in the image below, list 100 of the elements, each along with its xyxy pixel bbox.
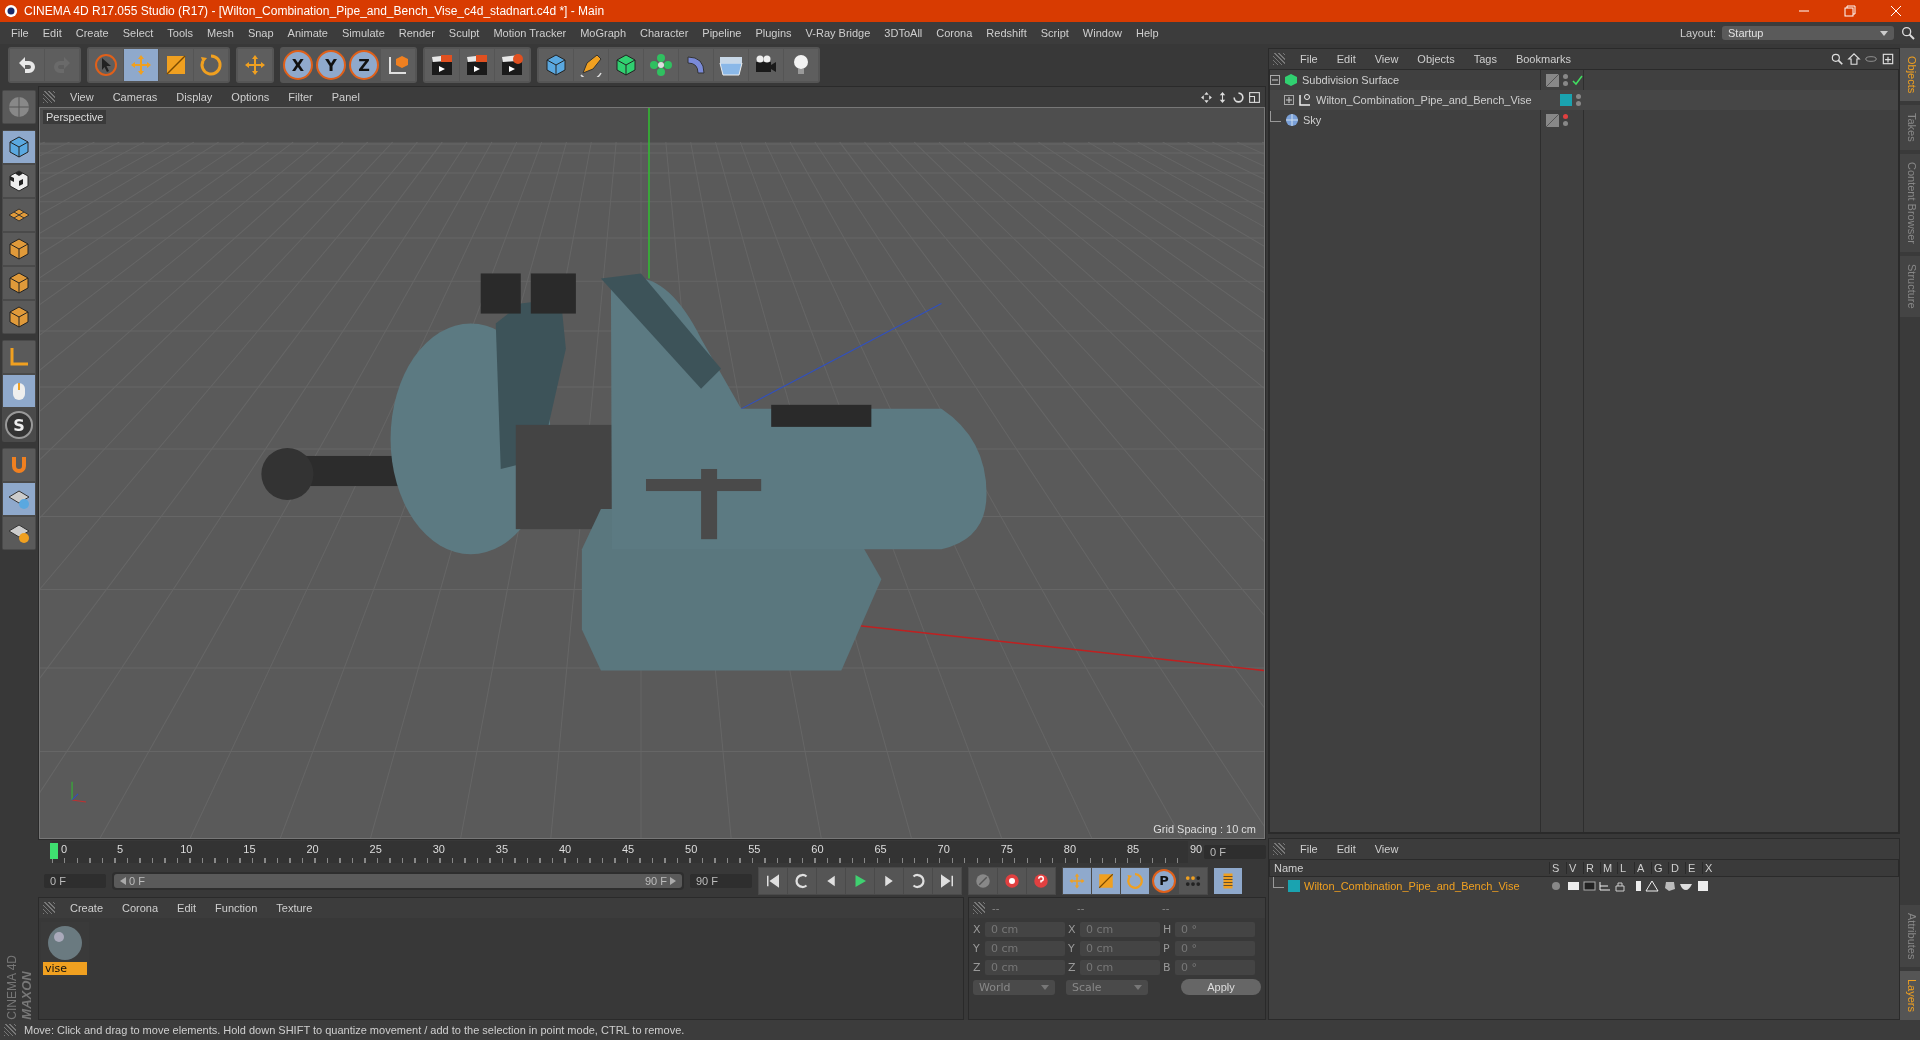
menu-item[interactable]: Create [68,27,116,39]
key-filter-button[interactable] [1063,867,1091,894]
search-icon[interactable] [1900,25,1916,41]
object-menu-item[interactable]: Objects [1409,53,1463,65]
close-icon[interactable] [1890,5,1902,17]
menu-item[interactable]: Edit [35,27,69,39]
menu-item[interactable]: Plugins [748,27,799,39]
menu-item[interactable]: Corona [929,27,980,39]
layer-color-swatch[interactable] [1288,880,1300,892]
menu-item[interactable]: Script [1033,27,1076,39]
layer-menu-item[interactable]: Edit [1328,843,1364,855]
object-row[interactable]: Wilton_Combination_Pipe_and_Bench_Vise [1270,90,1898,110]
panel-grip-icon[interactable] [1273,843,1285,855]
record-icon[interactable] [1003,871,1021,890]
left-arrow-icon[interactable] [120,876,126,885]
render-visibility-dot[interactable] [1563,81,1568,86]
playhead-marker[interactable] [50,843,58,859]
playback-button[interactable] [846,867,874,894]
home-icon[interactable] [1847,52,1861,66]
3d-viewport[interactable]: Perspective Grid Spacing : 10 cm [39,107,1265,839]
axis-lock-button[interactable]: X [283,50,313,80]
menu-item[interactable]: Snap [240,27,281,39]
viewport-menu-item[interactable]: Display [168,91,221,103]
key-filter-button[interactable] [1092,867,1120,894]
menu-item[interactable]: Render [391,27,442,39]
timeline-button[interactable] [1214,867,1242,894]
viewport-menu-item[interactable]: Cameras [104,91,166,103]
layer-column-header[interactable]: D [1668,862,1685,874]
playback-button[interactable] [788,867,816,894]
menu-item[interactable]: Sculpt [441,27,487,39]
editor-visibility-dot[interactable] [1576,94,1581,99]
panel-grip-icon[interactable] [4,1024,16,1036]
layer-color-swatch[interactable] [1560,94,1572,106]
viewport-menu-item[interactable]: View [62,91,102,103]
right-arrow-icon[interactable] [670,876,676,885]
menu-item[interactable]: Pipeline [695,27,749,39]
object-menu-item[interactable]: Tags [1465,53,1505,65]
object-menu-item[interactable]: Bookmarks [1507,53,1579,65]
menu-item[interactable]: MoGraph [573,27,634,39]
layer-column-header[interactable]: S [1549,862,1566,874]
material-menu-item[interactable]: Edit [169,902,205,914]
layer-column-header[interactable]: G [1651,862,1668,874]
key-filter-button[interactable] [1179,867,1207,894]
object-row[interactable]: Subdivision Surface [1270,70,1898,90]
material-menu-item[interactable]: Texture [268,902,321,914]
orbit-icon[interactable] [1232,90,1245,104]
playback-button[interactable] [817,867,845,894]
menu-item[interactable]: Tools [160,27,200,39]
render-visibility-dot[interactable] [1563,121,1568,126]
playback-button[interactable] [759,867,787,894]
menu-item[interactable]: Redshift [979,27,1034,39]
object-menu-item[interactable]: File [1292,53,1326,65]
object-menu-item[interactable]: Edit [1328,53,1364,65]
layer-column-header[interactable]: X [1702,862,1719,874]
layer-column-header[interactable]: M [1600,862,1617,874]
record-button[interactable] [1027,867,1055,894]
scale-icon[interactable] [1097,871,1115,890]
axis-lock-button[interactable]: Y [316,50,346,80]
panel-grip-icon[interactable] [973,902,985,914]
bench-vise-model-drawing[interactable] [261,273,987,671]
start-frame-field[interactable]: 0 F [44,873,106,888]
playback-button[interactable] [904,867,932,894]
layer-row[interactable]: Wilton_Combination_Pipe_and_Bench_Vise [1269,877,1899,895]
key-filter-button[interactable]: P [1152,868,1176,893]
key-filter-button[interactable] [1121,867,1149,894]
phong-tag-icon[interactable] [1546,113,1559,127]
menu-item[interactable]: Mesh [200,27,241,39]
viewport-menu-item[interactable]: Filter [280,91,321,103]
material-menu-item[interactable]: Create [62,902,112,914]
range-fill[interactable]: 0 F 90 F [114,873,682,888]
record-button[interactable] [998,867,1026,894]
menu-item[interactable]: Window [1075,27,1129,39]
viewport-menu-item[interactable]: Options [223,91,278,103]
panel-grip-icon[interactable] [43,91,55,103]
layout-dropdown[interactable]: Startup [1722,26,1894,40]
layer-column-header[interactable]: A [1634,862,1651,874]
search-icon[interactable] [1830,52,1844,66]
menu-item[interactable]: Motion Tracker [486,27,574,39]
menu-item[interactable]: Select [115,27,161,39]
current-frame-field[interactable]: 0 F [1204,845,1266,859]
layer-column-header[interactable]: E [1685,862,1702,874]
playback-button[interactable] [933,867,961,894]
object-menu-item[interactable]: View [1366,53,1407,65]
auto-key-icon[interactable] [1032,871,1050,890]
layer-column-header[interactable]: Name [1270,862,1549,874]
layer-menu-item[interactable]: File [1292,843,1326,855]
layer-column-header[interactable]: L [1617,862,1634,874]
side-tab[interactable]: Layers [1900,970,1920,1020]
menu-item[interactable]: File [4,27,36,39]
editor-visibility-dot[interactable] [1563,74,1568,79]
menu-item[interactable]: Help [1128,27,1166,39]
checkmark-icon[interactable] [1572,74,1583,86]
phong-tag-icon[interactable] [1546,73,1559,87]
menu-item[interactable]: Character [633,27,696,39]
menu-item[interactable]: V-Ray Bridge [798,27,878,39]
new-window-icon[interactable] [1881,52,1895,66]
layer-column-header[interactable]: V [1566,862,1583,874]
collapse-icon[interactable] [1270,75,1280,85]
menu-item[interactable]: 3DToAll [877,27,930,39]
layer-column-header[interactable]: R [1583,862,1600,874]
